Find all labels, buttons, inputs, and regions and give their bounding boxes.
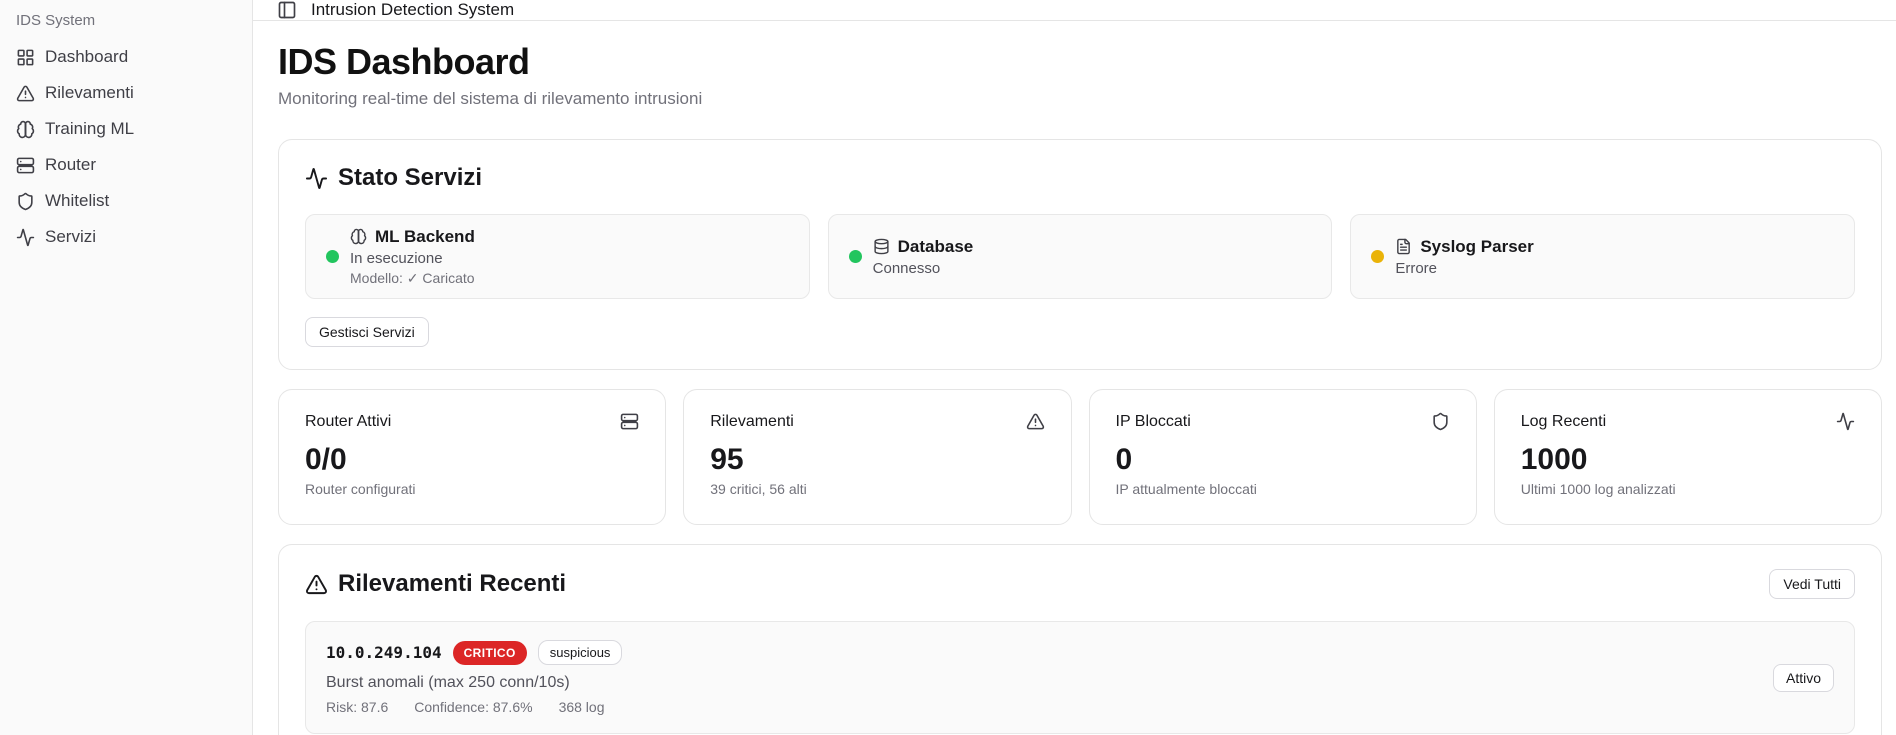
sidebar-item-training-ml[interactable]: Training ML <box>8 111 244 147</box>
stat-value: 0 <box>1116 443 1450 477</box>
sidebar-title: IDS System <box>8 8 244 33</box>
shield-icon <box>1431 412 1450 431</box>
detection-ip: 10.0.249.104 <box>326 643 442 662</box>
view-all-button[interactable]: Vedi Tutti <box>1769 569 1855 599</box>
stat-caption: Ultimi 1000 log analizzati <box>1521 481 1855 497</box>
stat-card-router-attivi: Router Attivi 0/0 Router configurati <box>278 389 666 525</box>
detection-log-count: 368 log <box>559 699 605 715</box>
alert-triangle-icon <box>16 84 35 103</box>
detection-state-badge: Attivo <box>1773 664 1834 692</box>
status-dot-error <box>1371 250 1384 263</box>
detections-title: Rilevamenti Recenti <box>338 570 566 598</box>
shield-icon <box>16 192 35 211</box>
severity-badge: CRITICO <box>453 641 527 665</box>
stat-value: 1000 <box>1521 443 1855 477</box>
database-icon <box>873 238 890 255</box>
services-card-header: Stato Servizi <box>305 164 1855 192</box>
manage-services-button[interactable]: Gestisci Servizi <box>305 317 429 347</box>
service-model-detail: Modello: ✓ Caricato <box>350 270 475 287</box>
stat-card-rilevamenti: Rilevamenti 95 39 critici, 56 alti <box>683 389 1071 525</box>
sidebar: IDS System Dashboard Rilevamenti Trainin… <box>0 0 253 735</box>
sidebar-item-label: Router <box>45 155 96 175</box>
main-area: Intrusion Detection System IDS Dashboard… <box>253 0 1896 735</box>
sidebar-item-label: Servizi <box>45 227 96 247</box>
service-status: In esecuzione <box>350 250 475 267</box>
service-status: Errore <box>1395 260 1533 277</box>
stat-caption: Router configurati <box>305 481 639 497</box>
status-dot-connected <box>849 250 862 263</box>
service-name: Syslog Parser <box>1420 237 1533 257</box>
server-icon <box>16 156 35 175</box>
services-grid: ML Backend In esecuzione Modello: ✓ Cari… <box>305 214 1855 299</box>
sidebar-item-label: Dashboard <box>45 47 128 67</box>
sidebar-item-rilevamenti[interactable]: Rilevamenti <box>8 75 244 111</box>
page-content: IDS Dashboard Monitoring real-time del s… <box>253 21 1896 735</box>
stat-title: Router Attivi <box>305 413 391 431</box>
sidebar-item-label: Rilevamenti <box>45 83 134 103</box>
service-name: ML Backend <box>375 227 475 247</box>
activity-icon <box>305 167 328 190</box>
stats-row: Router Attivi 0/0 Router configurati Ril… <box>278 389 1882 525</box>
stat-caption: 39 critici, 56 alti <box>710 481 1044 497</box>
stat-caption: IP attualmente bloccati <box>1116 481 1450 497</box>
dashboard-grid-icon <box>16 48 35 67</box>
stat-card-log-recenti: Log Recenti 1000 Ultimi 1000 log analizz… <box>1494 389 1882 525</box>
sidebar-item-label: Training ML <box>45 119 134 139</box>
page-title: IDS Dashboard <box>278 41 1882 83</box>
activity-icon <box>16 228 35 247</box>
detection-risk: Risk: 87.6 <box>326 699 388 715</box>
page-subtitle: Monitoring real-time del sistema di rile… <box>278 89 1882 109</box>
services-card-title: Stato Servizi <box>338 164 482 192</box>
stat-title: Rilevamenti <box>710 413 794 431</box>
stat-card-ip-bloccati: IP Bloccati 0 IP attualmente bloccati <box>1089 389 1477 525</box>
stat-title: Log Recenti <box>1521 413 1606 431</box>
file-text-icon <box>1395 238 1412 255</box>
topbar-title: Intrusion Detection System <box>311 0 514 20</box>
alert-triangle-icon <box>1026 412 1045 431</box>
panel-left-toggle-icon[interactable] <box>277 0 297 20</box>
status-dot-running <box>326 250 339 263</box>
brain-icon <box>16 120 35 139</box>
sidebar-item-router[interactable]: Router <box>8 147 244 183</box>
service-item-syslog-parser: Syslog Parser Errore <box>1350 214 1855 299</box>
service-status: Connesso <box>873 260 974 277</box>
activity-icon <box>1836 412 1855 431</box>
service-name: Database <box>898 237 974 257</box>
server-icon <box>620 412 639 431</box>
detection-description: Burst anomali (max 250 conn/10s) <box>326 674 622 692</box>
sidebar-item-label: Whitelist <box>45 191 109 211</box>
services-status-card: Stato Servizi ML Backend In esecuzione M… <box>278 139 1882 370</box>
stat-title: IP Bloccati <box>1116 413 1191 431</box>
sidebar-item-dashboard[interactable]: Dashboard <box>8 39 244 75</box>
service-item-database: Database Connesso <box>828 214 1333 299</box>
detection-row[interactable]: 10.0.249.104 CRITICO suspicious Burst an… <box>305 621 1855 734</box>
stat-value: 0/0 <box>305 443 639 477</box>
recent-detections-card: Rilevamenti Recenti Vedi Tutti 10.0.249.… <box>278 544 1882 735</box>
detection-tag-badge: suspicious <box>538 640 623 665</box>
topbar: Intrusion Detection System <box>253 0 1896 21</box>
service-item-ml-backend: ML Backend In esecuzione Modello: ✓ Cari… <box>305 214 810 299</box>
sidebar-item-servizi[interactable]: Servizi <box>8 219 244 255</box>
detections-header: Rilevamenti Recenti Vedi Tutti <box>305 569 1855 599</box>
detection-confidence: Confidence: 87.6% <box>414 699 532 715</box>
alert-triangle-icon <box>305 573 328 596</box>
sidebar-item-whitelist[interactable]: Whitelist <box>8 183 244 219</box>
app-root: IDS System Dashboard Rilevamenti Trainin… <box>0 0 1896 735</box>
stat-value: 95 <box>710 443 1044 477</box>
brain-icon <box>350 228 367 245</box>
